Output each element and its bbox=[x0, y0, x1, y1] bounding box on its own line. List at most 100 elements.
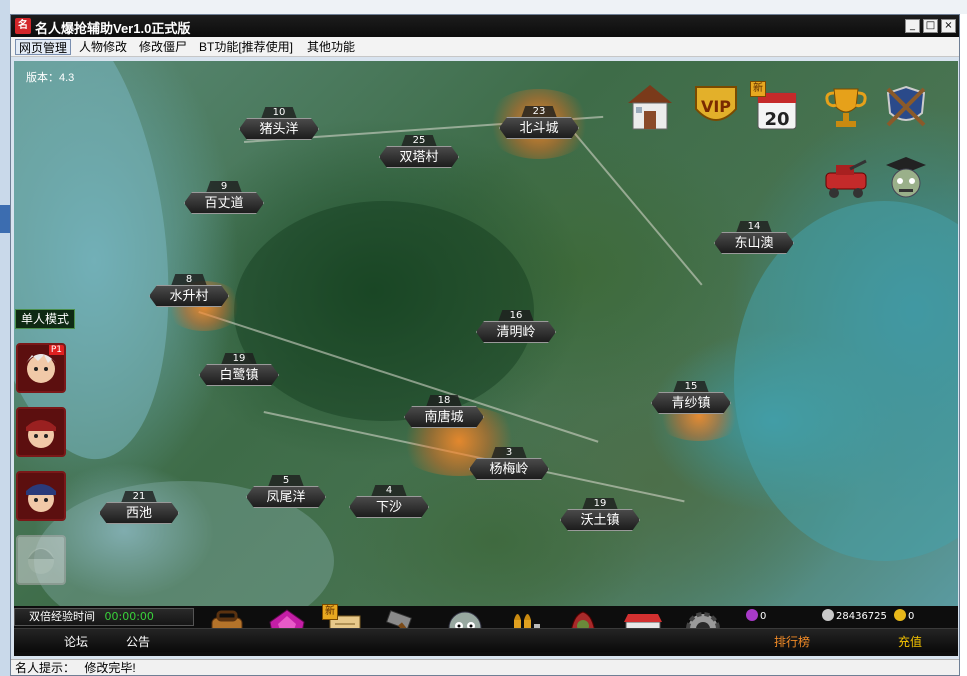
location-name: 杨梅岭 bbox=[469, 458, 549, 480]
location-level: 5 bbox=[268, 475, 304, 487]
version-label: 版本：4.3 bbox=[26, 72, 75, 84]
location-bailu[interactable]: 19 白鹭镇 bbox=[199, 353, 279, 391]
location-name: 下沙 bbox=[349, 496, 429, 518]
house-icon[interactable] bbox=[624, 81, 676, 133]
location-shuisheng[interactable]: 8 水升村 bbox=[149, 274, 229, 312]
location-xichi[interactable]: 21 西池 bbox=[99, 491, 179, 529]
gold-coin-icon bbox=[894, 609, 906, 621]
menu-other-functions[interactable]: 其他功能 bbox=[304, 39, 358, 55]
location-name: 双塔村 bbox=[379, 146, 459, 168]
bottom-toolbar: 双倍经验时间 00:00:00 新 0 28436725 0 论坛 公告 排行榜… bbox=[14, 604, 958, 656]
status-message: 修改完毕! bbox=[84, 661, 136, 675]
tank-icon[interactable] bbox=[820, 151, 872, 203]
location-level: 8 bbox=[171, 274, 207, 286]
scroll-new-badge: 新 bbox=[322, 604, 338, 620]
gold-display: 0 bbox=[894, 609, 914, 625]
location-name: 沃土镇 bbox=[560, 509, 640, 531]
character-slot-1[interactable]: P1 bbox=[16, 343, 66, 393]
notice-link[interactable]: 公告 bbox=[126, 633, 150, 650]
forum-link[interactable]: 论坛 bbox=[64, 633, 88, 650]
status-bar: 名人提示： 修改完毕! bbox=[11, 659, 959, 675]
trophy-icon[interactable] bbox=[820, 81, 872, 133]
location-name: 北斗城 bbox=[499, 117, 579, 139]
location-shuangta[interactable]: 25 双塔村 bbox=[379, 135, 459, 173]
location-level: 4 bbox=[371, 485, 407, 497]
location-name: 水升村 bbox=[149, 285, 229, 307]
location-name: 白鹭镇 bbox=[199, 364, 279, 386]
location-name: 东山澳 bbox=[714, 232, 794, 254]
silver-display: 28436725 bbox=[822, 609, 887, 625]
calendar-icon[interactable]: 20 新 bbox=[750, 81, 802, 133]
desktop-top-strip bbox=[0, 0, 967, 14]
location-level: 18 bbox=[426, 395, 462, 407]
location-level: 10 bbox=[261, 107, 297, 119]
recharge-link[interactable]: 充值 bbox=[898, 633, 922, 650]
zombie-graduate-icon[interactable] bbox=[880, 151, 932, 203]
vip-icon[interactable]: VIP bbox=[690, 81, 742, 133]
double-exp-time: 00:00:00 bbox=[104, 610, 154, 623]
bottom-link-bar: 论坛 公告 排行榜 充值 bbox=[14, 628, 958, 652]
location-name: 凤尾洋 bbox=[246, 486, 326, 508]
vip-label: VIP bbox=[701, 97, 731, 116]
location-dongshanao[interactable]: 14 东山澳 bbox=[714, 221, 794, 259]
location-name: 南唐城 bbox=[404, 406, 484, 428]
location-name: 百丈道 bbox=[184, 192, 264, 214]
status-label: 名人提示： bbox=[15, 661, 76, 675]
crossed-guns-icon[interactable] bbox=[880, 81, 932, 133]
location-level: 3 bbox=[491, 447, 527, 459]
character-slot-2[interactable] bbox=[16, 407, 66, 457]
location-yangmeiling[interactable]: 3 杨梅岭 bbox=[469, 447, 549, 485]
calendar-new-badge: 新 bbox=[750, 81, 766, 97]
location-name: 猪头洋 bbox=[239, 118, 319, 140]
location-level: 19 bbox=[221, 353, 257, 365]
double-exp-bar: 双倍经验时间 00:00:00 bbox=[14, 608, 194, 626]
location-qingsha[interactable]: 15 青纱镇 bbox=[651, 381, 731, 419]
location-level: 9 bbox=[206, 181, 242, 193]
location-zhutouyang[interactable]: 10 猪头洋 bbox=[239, 107, 319, 145]
road-4 bbox=[572, 131, 703, 286]
world-map: 版本：4.3 10 猪头洋 25 双塔村 23 北斗城 9 百丈道 14 东山澳 8 水升村… bbox=[14, 61, 958, 606]
location-fengweiyang[interactable]: 5 凤尾洋 bbox=[246, 475, 326, 513]
single-player-mode-tab[interactable]: 单人模式 bbox=[15, 309, 75, 329]
location-wotu[interactable]: 19 沃土镇 bbox=[560, 498, 640, 536]
location-nantang[interactable]: 18 南唐城 bbox=[404, 395, 484, 433]
app-window: 名 名人爆抢辅助Ver1.0正式版 _ □ × 网页管理 人物修改 修改僵尸 B… bbox=[10, 14, 960, 676]
window-title: 名人爆抢辅助Ver1.0正式版 bbox=[35, 21, 191, 36]
minimize-button[interactable]: _ bbox=[905, 19, 920, 33]
points-value: 0 bbox=[760, 611, 767, 622]
desktop-left-highlight bbox=[0, 205, 10, 233]
points-display: 0 bbox=[746, 609, 766, 625]
gold-value: 0 bbox=[908, 611, 915, 622]
location-name: 清明岭 bbox=[476, 321, 556, 343]
ranking-link[interactable]: 排行榜 bbox=[774, 633, 810, 650]
app-icon: 名 bbox=[15, 18, 31, 34]
desktop-left-strip bbox=[0, 0, 10, 676]
menu-bar: 网页管理 人物修改 修改僵尸 BT功能[推荐使用] 其他功能 bbox=[11, 37, 959, 57]
location-baizhang[interactable]: 9 百丈道 bbox=[184, 181, 264, 219]
maximize-button[interactable]: □ bbox=[923, 19, 938, 33]
location-level: 14 bbox=[736, 221, 772, 233]
silver-coin-icon bbox=[822, 609, 834, 621]
location-level: 25 bbox=[401, 135, 437, 147]
location-beidou[interactable]: 23 北斗城 bbox=[499, 106, 579, 144]
character-slot-4-locked bbox=[16, 535, 66, 585]
menu-web-manage[interactable]: 网页管理 bbox=[15, 39, 72, 55]
double-exp-label: 双倍经验时间 bbox=[29, 610, 95, 623]
location-level: 21 bbox=[121, 491, 157, 503]
menu-bt-functions[interactable]: BT功能[推荐使用] bbox=[196, 39, 296, 55]
location-name: 西池 bbox=[99, 502, 179, 524]
location-qingmingling[interactable]: 16 清明岭 bbox=[476, 310, 556, 348]
p1-badge: P1 bbox=[48, 345, 64, 355]
character-slot-3[interactable] bbox=[16, 471, 66, 521]
location-level: 16 bbox=[498, 310, 534, 322]
menu-character-edit[interactable]: 人物修改 bbox=[76, 39, 130, 55]
location-level: 19 bbox=[582, 498, 618, 510]
location-name: 青纱镇 bbox=[651, 392, 731, 414]
points-icon bbox=[746, 609, 758, 621]
close-button[interactable]: × bbox=[941, 19, 956, 33]
calendar-day: 20 bbox=[764, 109, 789, 130]
title-bar: 名 名人爆抢辅助Ver1.0正式版 _ □ × bbox=[11, 15, 959, 37]
location-level: 23 bbox=[521, 106, 557, 118]
location-xiasha[interactable]: 4 下沙 bbox=[349, 485, 429, 523]
menu-zombie-edit[interactable]: 修改僵尸 bbox=[136, 39, 190, 55]
